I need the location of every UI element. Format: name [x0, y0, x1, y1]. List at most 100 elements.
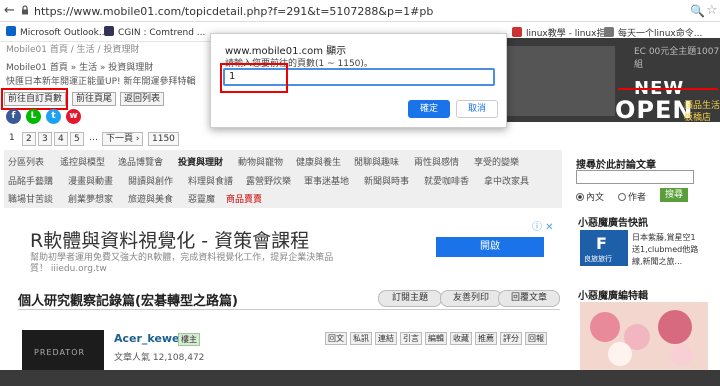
reply-button[interactable]: 回覆文章 — [498, 290, 560, 307]
search-option-content[interactable]: 內文 — [576, 190, 604, 203]
dialog-title: www.mobile01.com 顯示 — [225, 46, 347, 57]
category-link[interactable]: 動物與寵物 — [238, 155, 283, 168]
page-link[interactable]: 4 — [54, 132, 68, 146]
banner-red-line — [618, 88, 718, 90]
input-highlight-box — [220, 63, 288, 93]
post-action-button[interactable]: 評分 — [500, 332, 522, 345]
category-link[interactable]: 漫畫與動畫 — [68, 174, 113, 187]
page-link[interactable]: 1 — [6, 132, 18, 146]
post-action-button[interactable]: 推薦 — [475, 332, 497, 345]
ads-image-label: 良旅旅行 — [584, 255, 612, 263]
category-link[interactable]: 品酩手藝購 — [8, 174, 53, 187]
category-link[interactable]: 軍事迷基地 — [304, 174, 349, 187]
flower-shape — [608, 342, 632, 366]
ads-image[interactable]: F 良旅旅行 — [580, 230, 628, 266]
twitter-icon[interactable]: t — [46, 109, 61, 124]
outlook-icon — [6, 26, 16, 36]
last-page-link[interactable]: 1150 — [148, 132, 179, 146]
banner-corner-text: EC 00元全主題1007組 — [634, 47, 720, 70]
category-link[interactable]: 逸品博覽會 — [118, 155, 163, 168]
sidebar-search-input[interactable] — [576, 170, 694, 184]
breadcrumb[interactable]: Mobile01 首頁 » 生活 » 投資與理財 — [6, 60, 153, 73]
promo-link[interactable]: 快匯日本新年開運正能量UP! 新年開運參拜特輯 — [6, 74, 196, 87]
flower-shape — [658, 310, 692, 344]
category-link[interactable]: 享受的變樂 — [474, 155, 519, 168]
category-link[interactable]: 拿中改家具 — [484, 174, 529, 187]
next-page-button[interactable]: 下一頁 › — [102, 132, 144, 146]
search-option-author[interactable]: 作者 — [618, 190, 646, 203]
page-link[interactable]: 3 — [38, 132, 52, 146]
address-bar[interactable]: ← https://www.mobile01.com/topicdetail.p… — [0, 0, 720, 22]
category-link[interactable]: 健康與養生 — [296, 155, 341, 168]
bottom-bar — [0, 370, 720, 386]
category-link[interactable]: 遙控與模型 — [60, 155, 105, 168]
radio-label: 內文 — [586, 193, 605, 203]
category-link[interactable]: 閒聊與趣味 — [354, 155, 399, 168]
goto-last-button[interactable]: 前往頁尾 — [72, 92, 117, 106]
post-action-button[interactable]: 回報 — [525, 332, 547, 345]
print-button[interactable]: 友善列印 — [440, 290, 502, 307]
post-action-button[interactable]: 私訊 — [350, 332, 372, 345]
ads-text-line[interactable]: 日本紫藤,賞星空1 — [632, 232, 696, 243]
radio-icon — [576, 193, 584, 201]
ad-title[interactable]: R軟體與資料視覺化 - 資策會課程 — [30, 226, 309, 253]
breadcrumb-top[interactable]: Mobile01 首頁 / 生活 / 投資理財 — [6, 42, 139, 55]
radio-icon — [618, 193, 626, 201]
weibo-icon[interactable]: w — [66, 109, 81, 124]
category-link[interactable]: 旅遊與美食 — [128, 192, 173, 205]
category-link[interactable]: 職場甘苦談 — [8, 192, 53, 205]
lock-icon — [22, 5, 28, 15]
highlight-box — [1, 88, 68, 110]
page-ellipsis: … — [89, 133, 98, 143]
category-link[interactable]: 就愛咖啡香 — [424, 174, 469, 187]
back-to-list-button[interactable]: 返回列表 — [120, 92, 165, 106]
bookmark-outlook[interactable]: Microsoft Outlook... — [6, 26, 107, 38]
linux-cmd-icon — [604, 27, 614, 37]
category-link-market[interactable]: 商品賣賣 — [226, 192, 262, 205]
ad-open-button[interactable]: 開啟 — [436, 237, 544, 257]
ad-info-close-icon[interactable]: ⓘ ✕ — [532, 218, 554, 233]
divider — [18, 309, 560, 310]
ads-text-line[interactable]: 送1,clubmed他路 — [632, 244, 698, 255]
zoom-icon[interactable]: 🔍 — [690, 4, 705, 18]
line-icon[interactable]: L — [26, 109, 41, 124]
post-action-button[interactable]: 連結 — [375, 332, 397, 345]
feature-image[interactable] — [580, 302, 708, 370]
bookmark-label: Microsoft Outlook... — [20, 28, 108, 38]
url-text[interactable]: https://www.mobile01.com/topicdetail.php… — [34, 5, 433, 18]
username[interactable]: Acer_kewei — [114, 332, 183, 345]
travel-logo-icon: F — [596, 234, 607, 253]
subscribe-button[interactable]: 訂閱主題 — [378, 290, 442, 307]
category-link[interactable]: 料理與食譜 — [188, 174, 233, 187]
sidebar-search-button[interactable]: 搜尋 — [660, 188, 688, 202]
avatar-logo-text: PREDATOR — [34, 348, 86, 357]
cgin-icon — [104, 26, 114, 36]
ads-text-line[interactable]: 線,新聞之旅... — [632, 256, 682, 267]
ad-url: 質！ iiiedu.org.tw — [30, 264, 107, 274]
facebook-icon[interactable]: f — [6, 109, 21, 124]
post-action-button[interactable]: 引言 — [400, 332, 422, 345]
banner-open-text: OPEN — [615, 96, 694, 124]
category-link[interactable]: 新聞與時事 — [364, 174, 409, 187]
page-link[interactable]: 2 — [22, 132, 36, 146]
category-link[interactable]: 兩性與感情 — [414, 155, 459, 168]
post-action-button[interactable]: 回文 — [325, 332, 347, 345]
category-link[interactable]: 惡靈魔 — [188, 192, 215, 205]
topic-title: 個人研究觀察記錄篇(宏碁轉型之路篇) — [18, 294, 238, 309]
post-action-button[interactable]: 收藏 — [450, 332, 472, 345]
bookmark-cgin[interactable]: CGIN : Comtrend ... — [104, 26, 205, 38]
ok-button[interactable]: 確定 — [408, 100, 450, 118]
back-arrow-icon[interactable]: ← — [4, 3, 15, 18]
category-link[interactable]: 創業夢想家 — [68, 192, 113, 205]
category-link[interactable]: 露營野炊樂 — [246, 174, 291, 187]
cancel-button[interactable]: 取消 — [456, 100, 498, 118]
post-popularity: 文章人氣 12,108,472 — [114, 353, 205, 363]
star-icon[interactable]: ☆ — [706, 3, 718, 18]
category-link-active[interactable]: 投資與理財 — [178, 155, 223, 168]
page-link[interactable]: 5 — [70, 132, 84, 146]
category-link[interactable]: 閱讀與創作 — [128, 174, 173, 187]
post-action-button[interactable]: 編輯 — [425, 332, 447, 345]
linux-icon — [512, 27, 522, 37]
category-link[interactable]: 分區列表 — [8, 155, 44, 168]
radio-label: 作者 — [628, 193, 647, 203]
